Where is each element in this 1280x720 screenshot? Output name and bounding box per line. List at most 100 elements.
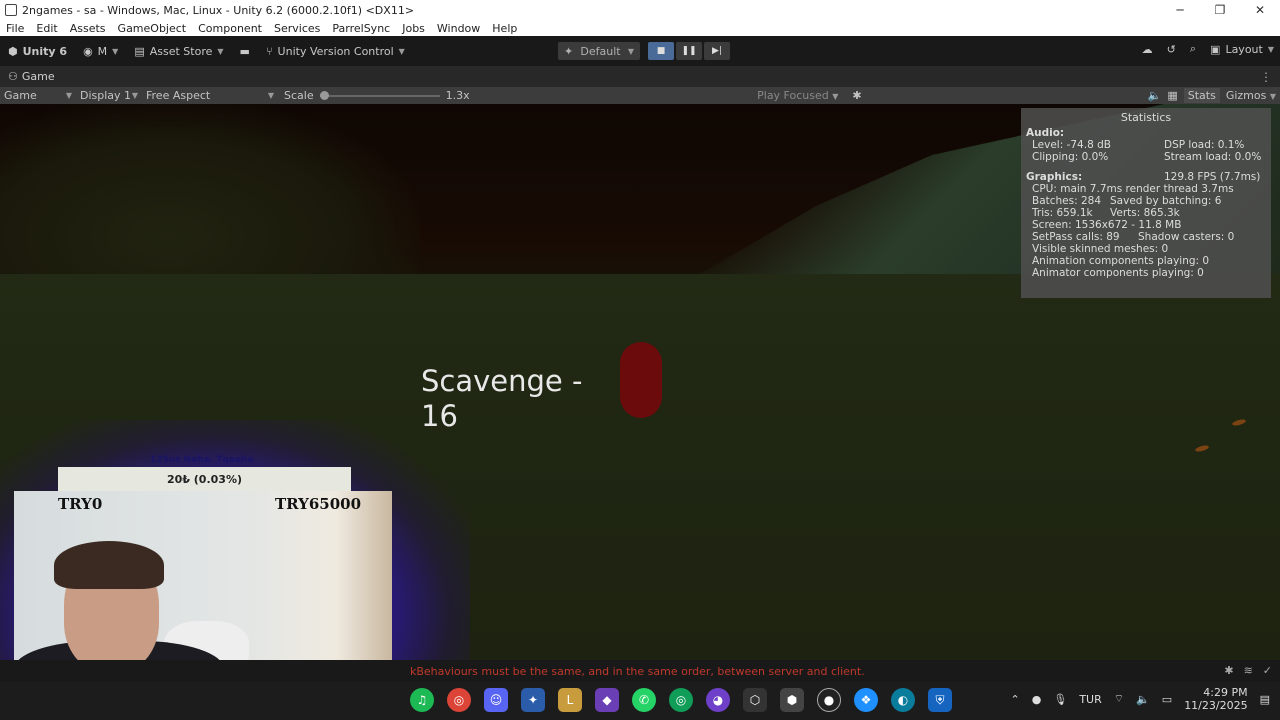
- chrome-icon[interactable]: ◎: [447, 688, 471, 712]
- notification-icon[interactable]: ▤: [1260, 693, 1270, 706]
- account-label: M: [97, 44, 108, 58]
- gamepad-icon: ⚇: [8, 70, 18, 83]
- menu-gameobject[interactable]: GameObject: [112, 22, 193, 35]
- unity-icon[interactable]: ⬡: [743, 688, 767, 712]
- chevron-up-icon[interactable]: ⌃: [1011, 693, 1020, 706]
- menu-assets[interactable]: Assets: [64, 22, 112, 35]
- package-button[interactable]: ▬: [232, 40, 258, 62]
- view-label: Game: [4, 89, 37, 102]
- unity-hub-icon[interactable]: ⬢: [780, 688, 804, 712]
- clock-time: 4:29 PM: [1203, 686, 1248, 699]
- shadow-casters-stat: Shadow casters: 0: [1138, 231, 1235, 243]
- audio-level: Level: -74.8 dB: [1032, 139, 1111, 151]
- tab-game[interactable]: ⚇ Game: [0, 66, 63, 87]
- package-icon: ▬: [239, 44, 250, 58]
- aspect-label: Free Aspect: [146, 89, 211, 102]
- asset-store-dropdown[interactable]: ▤ Asset Store ▼: [126, 40, 231, 62]
- verts-stat: Verts: 865.3k: [1110, 207, 1180, 219]
- pause-button[interactable]: ❚❚: [676, 42, 702, 60]
- layout-icon: ▣: [1210, 42, 1221, 56]
- app2-icon[interactable]: ❖: [854, 688, 878, 712]
- stats-toggle[interactable]: Stats: [1183, 88, 1220, 103]
- account-dropdown[interactable]: ◉ M ▼: [75, 40, 126, 62]
- audio-header: Audio:: [1026, 127, 1065, 139]
- defender-icon[interactable]: ⛨: [928, 688, 952, 712]
- step-button[interactable]: ▶|: [704, 42, 730, 60]
- search-icon[interactable]: ⌕: [1190, 42, 1196, 56]
- scale-slider-knob[interactable]: [319, 90, 329, 100]
- preset-icon: ✦: [564, 44, 574, 58]
- battery-icon[interactable]: ▭: [1162, 693, 1172, 706]
- stop-icon: ■: [656, 46, 666, 56]
- scale-slider[interactable]: [319, 90, 440, 100]
- layout-dropdown[interactable]: ▣ Layout ▼: [1210, 43, 1274, 56]
- unity-button[interactable]: ⬢ Unity 6: [0, 40, 75, 62]
- wifi-icon[interactable]: ⌔: [1114, 692, 1124, 706]
- step-icon: ▶|: [712, 46, 722, 56]
- cpu-stat: CPU: main 7.7ms render thread 3.7ms: [1032, 183, 1234, 195]
- vpn-icon[interactable]: ◆: [595, 688, 619, 712]
- menu-window[interactable]: Window: [431, 22, 486, 35]
- history-icon[interactable]: ↺: [1167, 43, 1176, 56]
- whatsapp-icon[interactable]: ✆: [632, 688, 656, 712]
- cloud-icon[interactable]: ☁: [1142, 43, 1153, 56]
- donation-min-label: TRY0: [58, 495, 103, 513]
- obs-icon[interactable]: ●: [817, 688, 841, 712]
- chevron-down-icon: ▼: [112, 46, 119, 56]
- version-control-label: Unity Version Control: [277, 44, 394, 58]
- chevron-down-icon: ▼: [398, 46, 405, 56]
- volume-icon[interactable]: 🔈: [1136, 693, 1150, 706]
- skinned-meshes-stat: Visible skinned meshes: 0: [1032, 243, 1169, 255]
- github-icon[interactable]: ◕: [706, 688, 730, 712]
- stop-button[interactable]: ■: [648, 42, 674, 60]
- menu-jobs[interactable]: Jobs: [396, 22, 431, 35]
- game-view-right-controls: Play Focused ▼ ✱ 🔈 ▦ Stats Gizmos ▼: [757, 87, 1280, 104]
- version-control-dropdown[interactable]: ⑂ Unity Version Control ▼: [258, 40, 413, 62]
- tray-app-icon[interactable]: ●: [1032, 693, 1042, 706]
- minimize-button[interactable]: ─: [1160, 3, 1200, 17]
- maximize-button[interactable]: ❐: [1200, 3, 1240, 17]
- play-controls: ✦ Default ▼ ■ ❚❚ ▶|: [558, 42, 730, 60]
- speaker-icon[interactable]: 🔈: [1148, 89, 1162, 102]
- microphone-icon[interactable]: 🎙: [1053, 693, 1067, 706]
- language-indicator[interactable]: TUR: [1079, 693, 1101, 706]
- more-options-icon[interactable]: ⋮: [1260, 70, 1272, 84]
- debug-off-icon[interactable]: ✱: [1224, 664, 1233, 677]
- aspect-dropdown[interactable]: Free Aspect ▼: [142, 87, 278, 104]
- layout-preset-dropdown[interactable]: ✦ Default ▼: [558, 42, 640, 60]
- right-toolbar: ☁ ↺ ⌕ ▣ Layout ▼: [1142, 42, 1274, 56]
- chevron-down-icon: ▼: [1269, 92, 1276, 101]
- clock[interactable]: 4:29 PM 11/23/2025: [1184, 686, 1247, 712]
- play-mode-dropdown[interactable]: Play Focused ▼: [757, 89, 838, 102]
- person-hair: [54, 541, 164, 589]
- check-icon[interactable]: ✓: [1263, 664, 1272, 677]
- bug-icon[interactable]: ✱: [852, 89, 861, 102]
- menu-services[interactable]: Services: [268, 22, 326, 35]
- spotify-icon[interactable]: ♫: [410, 688, 434, 712]
- app-icon[interactable]: ✦: [521, 688, 545, 712]
- menu-bar: File Edit Assets GameObject Component Se…: [0, 20, 1280, 36]
- discord-icon[interactable]: ☺: [484, 688, 508, 712]
- branch-icon: ⑂: [265, 44, 273, 58]
- taskbar-apps: ♫ ◎ ☺ ✦ L ◆ ✆ ◎ ◕ ⬡ ⬢ ● ❖ ◐ ⛨: [410, 688, 952, 712]
- gizmos-dropdown[interactable]: Gizmos ▼: [1226, 89, 1276, 102]
- clock-date: 11/23/2025: [1184, 699, 1248, 712]
- close-button[interactable]: ✕: [1240, 3, 1280, 17]
- view-dropdown[interactable]: Game ▼: [0, 87, 76, 104]
- player-capsule: [620, 342, 662, 418]
- menu-edit[interactable]: Edit: [30, 22, 63, 35]
- display-dropdown[interactable]: Display 1 ▼: [76, 87, 142, 104]
- menu-component[interactable]: Component: [192, 22, 268, 35]
- chrome2-icon[interactable]: ◎: [669, 688, 693, 712]
- account-icon: ◉: [83, 44, 93, 58]
- menu-file[interactable]: File: [0, 22, 30, 35]
- layers-icon[interactable]: ≋: [1244, 664, 1253, 677]
- edge-icon[interactable]: ◐: [891, 688, 915, 712]
- league-icon[interactable]: L: [558, 688, 582, 712]
- console-error-message[interactable]: kBehaviours must be the same, and in the…: [410, 665, 865, 678]
- donation-progress-bar: 20₺ (0.03%): [58, 467, 351, 491]
- grid-icon[interactable]: ▦: [1167, 89, 1177, 102]
- menu-help[interactable]: Help: [486, 22, 523, 35]
- window-titlebar: 2ngames - sa - Windows, Mac, Linux - Uni…: [0, 0, 1280, 20]
- menu-parrelsync[interactable]: ParrelSync: [326, 22, 396, 35]
